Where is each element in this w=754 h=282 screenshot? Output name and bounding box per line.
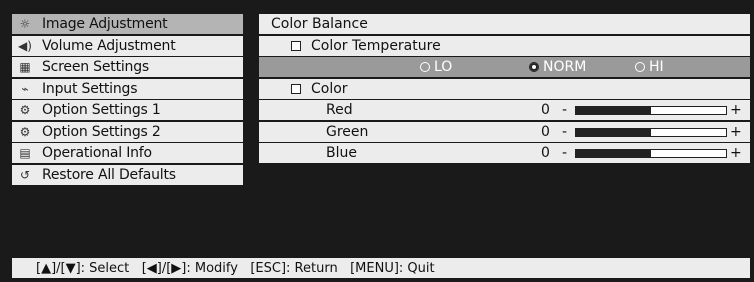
- menu-item-image-adjustment[interactable]: ☼ Image Adjustment: [12, 14, 243, 34]
- radio-hi[interactable]: HI: [635, 57, 664, 77]
- slider-label: Red: [326, 102, 353, 118]
- slider-track[interactable]: [575, 127, 727, 137]
- menu-item-screen-settings[interactable]: ▦ Screen Settings: [12, 57, 243, 77]
- slider-fill: [576, 150, 651, 157]
- panel-title: Color Balance: [271, 16, 368, 32]
- projector-menu-screen: ☼ Image Adjustment ◀) Volume Adjustment …: [0, 0, 754, 282]
- radio-button-icon: [420, 62, 430, 72]
- menu-item-input-settings[interactable]: ⌁ Input Settings: [12, 78, 243, 99]
- restore-icon: ↺: [19, 167, 31, 182]
- radio-button-selected-icon: [529, 62, 539, 72]
- color-row[interactable]: Color: [259, 78, 750, 99]
- slider-blue[interactable]: Blue 0 - +: [259, 143, 750, 163]
- help-modify: [◀]/[▶]: Modify: [141, 260, 238, 276]
- input-icon: ⌁: [21, 81, 29, 96]
- color-temperature-label: Color Temperature: [311, 37, 441, 54]
- slider-value: 0: [541, 145, 550, 161]
- slider-red[interactable]: Red 0 - +: [259, 100, 750, 120]
- option-icon: ⚙: [19, 103, 31, 117]
- menu-item-label: Input Settings: [42, 80, 138, 97]
- menu-item-label: Restore All Defaults: [42, 166, 176, 183]
- help-select: [▲]/[▼]: Select: [36, 260, 130, 276]
- slider-track[interactable]: [575, 149, 727, 158]
- slider-value: 0: [541, 123, 550, 140]
- minus-icon[interactable]: -: [562, 122, 567, 142]
- radio-label: NORM: [543, 59, 587, 75]
- screen-icon: ▦: [19, 60, 31, 74]
- key-help-bar: [▲]/[▼]: Select [◀]/[▶]: Modify [ESC]: R…: [12, 258, 750, 278]
- color-balance-panel: Color Balance Color Temperature LO NORM …: [259, 14, 750, 165]
- color-temperature-checkbox[interactable]: [291, 40, 301, 51]
- slider-fill: [576, 107, 651, 114]
- plus-icon[interactable]: +: [730, 143, 742, 163]
- radio-norm[interactable]: NORM: [529, 57, 586, 77]
- color-label: Color: [311, 80, 348, 97]
- menu-item-option-settings-1[interactable]: ⚙ Option Settings 1: [12, 100, 243, 120]
- color-temperature-row[interactable]: Color Temperature: [259, 35, 750, 56]
- slider-green[interactable]: Green 0 - +: [259, 121, 750, 142]
- menu-item-label: Volume Adjustment: [42, 37, 176, 54]
- help-return: [ESC]: Return: [250, 260, 338, 276]
- radio-label: LO: [434, 59, 453, 75]
- menu-item-operational-info[interactable]: ▤ Operational Info: [12, 143, 243, 163]
- slider-fill: [576, 128, 651, 136]
- menu-item-label: Option Settings 2: [42, 123, 161, 140]
- menu-item-label: Option Settings 1: [42, 102, 161, 118]
- color-checkbox[interactable]: [291, 83, 301, 94]
- plus-icon[interactable]: +: [730, 100, 742, 120]
- menu-item-label: Screen Settings: [42, 59, 150, 75]
- radio-label: HI: [649, 59, 664, 75]
- minus-icon[interactable]: -: [562, 100, 567, 120]
- image-adjust-icon: ☼: [19, 17, 31, 31]
- speaker-icon: ◀): [18, 38, 32, 53]
- panel-title-row: Color Balance: [259, 14, 750, 34]
- menu-item-label: Image Adjustment: [42, 16, 168, 32]
- minus-icon[interactable]: -: [562, 143, 567, 163]
- menu-item-label: Operational Info: [42, 145, 152, 161]
- menu-item-volume-adjustment[interactable]: ◀) Volume Adjustment: [12, 35, 243, 56]
- menu-item-option-settings-2[interactable]: ⚙ Option Settings 2: [12, 121, 243, 142]
- slider-label: Blue: [326, 145, 357, 161]
- slider-label: Green: [326, 123, 369, 140]
- info-icon: ▤: [19, 146, 31, 160]
- plus-icon[interactable]: +: [730, 122, 742, 142]
- radio-button-icon: [635, 62, 645, 72]
- help-quit: [MENU]: Quit: [350, 260, 435, 276]
- main-menu: ☼ Image Adjustment ◀) Volume Adjustment …: [12, 14, 243, 186]
- option-icon: ⚙: [19, 124, 31, 139]
- slider-value: 0: [541, 102, 550, 118]
- menu-item-restore-all-defaults[interactable]: ↺ Restore All Defaults: [12, 164, 243, 185]
- radio-lo[interactable]: LO: [420, 57, 452, 77]
- color-temperature-options: LO NORM HI: [259, 57, 750, 77]
- slider-track[interactable]: [575, 106, 727, 115]
